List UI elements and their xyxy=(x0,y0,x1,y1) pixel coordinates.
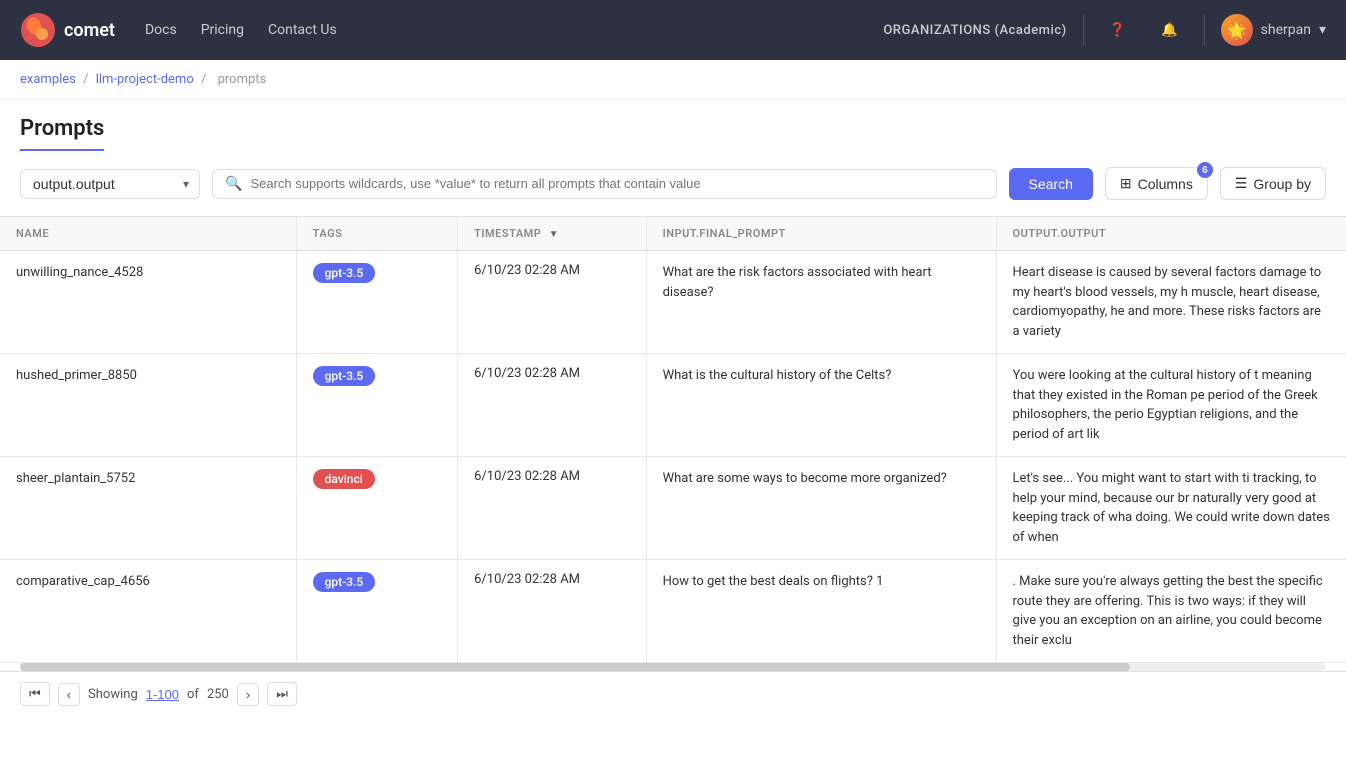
tag-badge: gpt-3.5 xyxy=(313,366,376,386)
columns-button[interactable]: ⊞ Columns 6 xyxy=(1105,167,1208,200)
horizontal-scrollbar[interactable] xyxy=(20,663,1326,671)
timestamp-sort-icon: ▼ xyxy=(549,229,559,240)
table-wrapper: NAME TAGS TIMESTAMP ▼ INPUT.FINAL_PROMPT… xyxy=(0,216,1346,663)
cell-output: You were looking at the cultural history… xyxy=(996,354,1346,457)
cell-output: Let's see... You might want to start wit… xyxy=(996,457,1346,560)
col-header-name[interactable]: NAME xyxy=(0,217,296,251)
col-header-input[interactable]: INPUT.FINAL_PROMPT xyxy=(646,217,996,251)
logo-icon xyxy=(20,12,56,48)
next-page-button[interactable]: › xyxy=(237,683,259,706)
columns-label: Columns xyxy=(1138,176,1193,192)
filter-select-wrapper[interactable]: output.output ▾ xyxy=(20,169,200,199)
bell-icon: 🔔 xyxy=(1161,22,1178,38)
header-divider-2 xyxy=(1204,15,1205,45)
first-page-button[interactable]: ⏮ xyxy=(20,682,50,706)
breadcrumb-sep-2: / xyxy=(201,72,206,87)
cell-name: comparative_cap_4656 xyxy=(0,560,296,663)
groupby-button[interactable]: ☰ Group by xyxy=(1220,167,1326,200)
breadcrumb-sep-1: / xyxy=(83,72,88,87)
cell-tags: gpt-3.5 xyxy=(296,354,458,457)
table-row[interactable]: hushed_primer_8850 gpt-3.5 6/10/23 02:28… xyxy=(0,354,1346,457)
cell-output: . Make sure you're always getting the be… xyxy=(996,560,1346,663)
cell-input: What are the risk factors associated wit… xyxy=(646,251,996,354)
logo[interactable]: comet xyxy=(20,12,115,48)
cell-tags: gpt-3.5 xyxy=(296,560,458,663)
cell-timestamp: 6/10/23 02:28 AM xyxy=(458,457,646,560)
search-button[interactable]: Search xyxy=(1009,168,1093,200)
org-label: ORGANIZATIONS (Academic) xyxy=(883,23,1066,38)
breadcrumb-project[interactable]: llm-project-demo xyxy=(96,72,194,87)
columns-badge: 6 xyxy=(1197,162,1213,178)
search-wrapper: 🔍 xyxy=(212,169,997,199)
cell-name: hushed_primer_8850 xyxy=(0,354,296,457)
tag-badge: gpt-3.5 xyxy=(313,572,376,592)
breadcrumb: examples / llm-project-demo / prompts xyxy=(0,60,1346,100)
prev-page-button[interactable]: ‹ xyxy=(58,683,80,706)
cell-name: unwilling_nance_4528 xyxy=(0,251,296,354)
groupby-icon: ☰ xyxy=(1235,175,1248,192)
main-nav: Docs Pricing Contact Us xyxy=(145,22,863,38)
col-header-timestamp[interactable]: TIMESTAMP ▼ xyxy=(458,217,646,251)
nav-pricing[interactable]: Pricing xyxy=(201,22,244,38)
nav-docs[interactable]: Docs xyxy=(145,22,177,38)
showing-label: Showing xyxy=(88,687,138,702)
user-chevron-icon: ▾ xyxy=(1319,22,1326,38)
tag-badge: gpt-3.5 xyxy=(313,263,376,283)
table-row[interactable]: comparative_cap_4656 gpt-3.5 6/10/23 02:… xyxy=(0,560,1346,663)
cell-input: What is the cultural history of the Celt… xyxy=(646,354,996,457)
last-page-button[interactable]: ⏭ xyxy=(267,682,297,706)
columns-icon: ⊞ xyxy=(1120,175,1132,192)
breadcrumb-examples[interactable]: examples xyxy=(20,72,76,87)
table-header: NAME TAGS TIMESTAMP ▼ INPUT.FINAL_PROMPT… xyxy=(0,217,1346,251)
table-row[interactable]: unwilling_nance_4528 gpt-3.5 6/10/23 02:… xyxy=(0,251,1346,354)
cell-timestamp: 6/10/23 02:28 AM xyxy=(458,251,646,354)
notifications-button[interactable]: 🔔 xyxy=(1152,12,1188,48)
cell-tags: davinci xyxy=(296,457,458,560)
header: comet Docs Pricing Contact Us ORGANIZATI… xyxy=(0,0,1346,60)
groupby-label: Group by xyxy=(1253,176,1311,192)
user-menu[interactable]: 🌟 sherpan ▾ xyxy=(1221,14,1326,46)
header-divider xyxy=(1083,15,1084,45)
table-row[interactable]: sheer_plantain_5752 davinci 6/10/23 02:2… xyxy=(0,457,1346,560)
username: sherpan xyxy=(1261,22,1311,38)
total-count: 250 xyxy=(207,687,229,702)
logo-text: comet xyxy=(64,20,115,41)
help-button[interactable]: ❓ xyxy=(1100,12,1136,48)
nav-contact[interactable]: Contact Us xyxy=(268,22,337,38)
prompts-table: NAME TAGS TIMESTAMP ▼ INPUT.FINAL_PROMPT… xyxy=(0,217,1346,663)
tag-badge: davinci xyxy=(313,469,375,489)
cell-name: sheer_plantain_5752 xyxy=(0,457,296,560)
cell-timestamp: 6/10/23 02:28 AM xyxy=(458,560,646,663)
table-body: unwilling_nance_4528 gpt-3.5 6/10/23 02:… xyxy=(0,251,1346,663)
search-icon: 🔍 xyxy=(225,176,242,192)
page-title-area: Prompts xyxy=(0,100,1346,151)
col-header-output[interactable]: OUTPUT.OUTPUT xyxy=(996,217,1346,251)
cell-output: Heart disease is caused by several facto… xyxy=(996,251,1346,354)
of-label: of xyxy=(187,687,199,702)
page-title: Prompts xyxy=(20,116,104,151)
cell-input: What are some ways to become more organi… xyxy=(646,457,996,560)
cell-input: How to get the best deals on flights? 1 xyxy=(646,560,996,663)
avatar: 🌟 xyxy=(1221,14,1253,46)
cell-timestamp: 6/10/23 02:28 AM xyxy=(458,354,646,457)
header-right: ORGANIZATIONS (Academic) ❓ 🔔 🌟 sherpan ▾ xyxy=(883,12,1326,48)
per-page-button[interactable]: 1-100 xyxy=(146,687,179,702)
table-footer: ⏮ ‹ Showing 1-100 of 250 › ⏭ xyxy=(0,671,1346,716)
breadcrumb-current: prompts xyxy=(218,72,267,87)
col-header-tags[interactable]: TAGS xyxy=(296,217,458,251)
toolbar: output.output ▾ 🔍 Search ⊞ Columns 6 ☰ G… xyxy=(0,151,1346,216)
cell-tags: gpt-3.5 xyxy=(296,251,458,354)
filter-select[interactable]: output.output xyxy=(33,176,187,192)
help-icon: ❓ xyxy=(1109,22,1126,38)
search-input[interactable] xyxy=(250,176,983,191)
scrollbar-thumb[interactable] xyxy=(20,663,1130,671)
